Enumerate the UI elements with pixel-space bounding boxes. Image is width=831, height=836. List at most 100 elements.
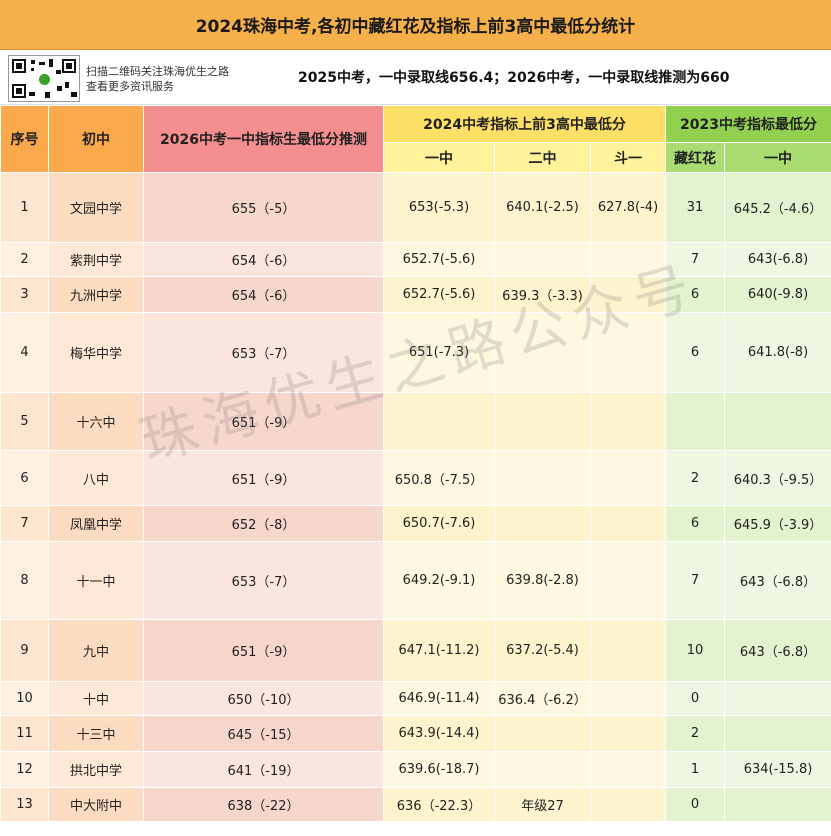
row-school: 梅华中学	[48, 312, 144, 393]
row-zanghonghua: 31	[665, 172, 725, 243]
row-school: 文园中学	[48, 172, 144, 243]
row-2024-douyi	[590, 392, 666, 451]
table-row: 13 中大附中 638（-22） 636（-22.3） 年级27 0	[0, 787, 831, 822]
scan-instruction: 扫描二维码关注珠海优生之路 查看更多资讯服务	[86, 64, 229, 94]
header-yizhong: 一中	[383, 142, 495, 173]
row-index: 2	[0, 242, 49, 277]
row-school: 中大附中	[48, 787, 144, 822]
row-prediction: 650（-10）	[143, 681, 384, 716]
row-2023-yizhong: 640.3（-9.5）	[724, 450, 831, 506]
row-zanghonghua: 10	[665, 619, 725, 682]
row-prediction: 655（-5）	[143, 172, 384, 243]
header-index: 序号	[0, 105, 49, 173]
row-zanghonghua: 6	[665, 312, 725, 393]
row-prediction: 652（-8）	[143, 505, 384, 542]
row-2024-douyi	[590, 541, 666, 620]
row-2024-yizhong: 652.7(-5.6)	[383, 242, 495, 277]
row-2024-yizhong: 643.9(-14.4)	[383, 715, 495, 752]
row-zanghonghua: 7	[665, 541, 725, 620]
table-row: 8 十一中 653（-7） 649.2(-9.1) 639.8(-2.8) 7 643（-6…	[0, 541, 831, 620]
row-zanghonghua: 2	[665, 450, 725, 506]
header-2024-group: 2024中考指标上前3高中最低分	[383, 105, 666, 143]
row-index: 10	[0, 681, 49, 716]
table-row: 9 九中 651（-9） 647.1(-11.2) 637.2(-5.4) 10 643（-…	[0, 619, 831, 682]
row-2024-erzhong: 639.8(-2.8)	[494, 541, 591, 620]
row-prediction: 638（-22）	[143, 787, 384, 822]
row-2023-yizhong	[724, 715, 831, 752]
headline: 2025中考，一中录取线656.4；2026中考，一中录取线推测为660	[298, 70, 730, 86]
row-zanghonghua: 0	[665, 681, 725, 716]
row-2024-yizhong: 646.9(-11.4)	[383, 681, 495, 716]
info-bar: 扫描二维码关注珠海优生之路 查看更多资讯服务 2025中考，一中录取线656.4…	[0, 50, 831, 105]
row-school: 九中	[48, 619, 144, 682]
row-2024-erzhong	[494, 751, 591, 788]
row-zanghonghua: 2	[665, 715, 725, 752]
scan-line-2: 查看更多资讯服务	[86, 80, 174, 93]
page-title: 2024珠海中考,各初中藏红花及指标上前3高中最低分统计	[0, 0, 831, 50]
row-prediction: 651（-9）	[143, 392, 384, 451]
row-2024-yizhong: 650.7(-7.6)	[383, 505, 495, 542]
row-index: 5	[0, 392, 49, 451]
row-2023-yizhong: 634(-15.8)	[724, 751, 831, 788]
table-row: 7 凤凰中学 652（-8） 650.7(-7.6) 6 645.9（-3.9）	[0, 505, 831, 542]
table-row: 5 十六中 651（-9）	[0, 392, 831, 451]
row-2024-yizhong: 649.2(-9.1)	[383, 541, 495, 620]
row-2023-yizhong	[724, 787, 831, 822]
row-school: 紫荆中学	[48, 242, 144, 277]
row-prediction: 645（-15）	[143, 715, 384, 752]
row-2024-yizhong: 639.6(-18.7)	[383, 751, 495, 788]
header-yizhong-2023: 一中	[724, 142, 831, 173]
row-2024-douyi	[590, 242, 666, 277]
row-prediction: 654（-6）	[143, 242, 384, 277]
table-row: 6 八中 651（-9） 650.8（-7.5） 2 640.3（-9.5）	[0, 450, 831, 506]
row-2023-yizhong: 645.2（-4.6）	[724, 172, 831, 243]
table-row: 11 十三中 645（-15） 643.9(-14.4) 2	[0, 715, 831, 752]
row-2024-yizhong: 653(-5.3)	[383, 172, 495, 243]
row-2024-douyi	[590, 787, 666, 822]
table-row: 10 十中 650（-10） 646.9(-11.4) 636.4（-6.2） 0	[0, 681, 831, 716]
row-prediction: 653（-7）	[143, 312, 384, 393]
row-2023-yizhong: 641.8(-8)	[724, 312, 831, 393]
table-row: 1 文园中学 655（-5） 653(-5.3) 640.1(-2.5) 627.8(-4…	[0, 172, 831, 243]
row-2024-yizhong: 636（-22.3）	[383, 787, 495, 822]
row-2024-douyi	[590, 619, 666, 682]
scan-line-1: 扫描二维码关注珠海优生之路	[86, 65, 229, 78]
row-prediction: 654（-6）	[143, 276, 384, 313]
header-school: 初中	[48, 105, 144, 173]
row-2024-yizhong: 650.8（-7.5）	[383, 450, 495, 506]
row-2024-erzhong	[494, 505, 591, 542]
row-2024-erzhong: 639.3（-3.3)	[494, 276, 591, 313]
row-school: 拱北中学	[48, 751, 144, 788]
row-index: 9	[0, 619, 49, 682]
row-index: 7	[0, 505, 49, 542]
row-2024-erzhong	[494, 392, 591, 451]
row-2024-yizhong: 651(-7.3)	[383, 312, 495, 393]
row-2023-yizhong	[724, 392, 831, 451]
row-index: 3	[0, 276, 49, 313]
row-zanghonghua	[665, 392, 725, 451]
row-zanghonghua: 6	[665, 276, 725, 313]
row-school: 十六中	[48, 392, 144, 451]
table-row: 3 九洲中学 654（-6） 652.7(-5.6) 639.3（-3.3) 6 640(-…	[0, 276, 831, 313]
row-2024-douyi	[590, 681, 666, 716]
row-prediction: 641（-19）	[143, 751, 384, 788]
row-school: 九洲中学	[48, 276, 144, 313]
row-2023-yizhong: 640(-9.8)	[724, 276, 831, 313]
qr-code	[8, 55, 80, 102]
row-zanghonghua: 6	[665, 505, 725, 542]
row-2024-erzhong	[494, 242, 591, 277]
header-prediction: 2026中考一中指标生最低分推测	[143, 105, 384, 173]
row-zanghonghua: 1	[665, 751, 725, 788]
row-index: 4	[0, 312, 49, 393]
row-zanghonghua: 7	[665, 242, 725, 277]
row-2024-yizhong	[383, 392, 495, 451]
row-school: 十三中	[48, 715, 144, 752]
wechat-logo-icon	[37, 72, 52, 87]
header-2023-group: 2023中考指标最低分	[665, 105, 831, 143]
row-2023-yizhong: 645.9（-3.9）	[724, 505, 831, 542]
row-2024-erzhong	[494, 312, 591, 393]
row-2024-douyi	[590, 312, 666, 393]
row-2024-douyi	[590, 751, 666, 788]
header-douyi: 斗一	[590, 142, 666, 173]
table-row: 4 梅华中学 653（-7） 651(-7.3) 6 641.8(-8)	[0, 312, 831, 393]
